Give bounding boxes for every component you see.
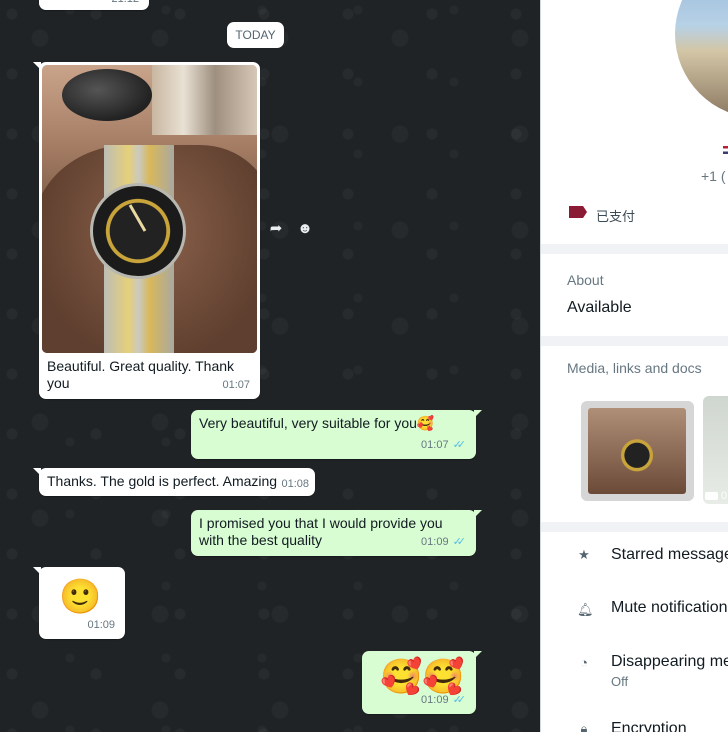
message-status: 01:09 ✓✓ [421, 692, 466, 709]
bubble-tail [474, 410, 482, 418]
bell-icon: 🔔︎ [577, 602, 594, 617]
contact-label[interactable]: 已支付 [596, 206, 635, 225]
outgoing-emoji-message[interactable]: 🥰🥰 01:09 ✓✓ [362, 651, 482, 714]
bubble-tail [474, 510, 482, 518]
message-time: 01:09 [421, 536, 449, 548]
message-time: 21:12 [111, 0, 139, 8]
photo-caption: Beautiful. Great quality. Thank you [47, 358, 235, 391]
us-flag-icon [723, 146, 728, 154]
mute-notifications-row[interactable]: 🔔︎ Mute notification [541, 584, 728, 636]
message-text: I promised you that I would provide you … [199, 515, 443, 548]
row-label: Encryption [611, 720, 687, 732]
profile-avatar[interactable] [675, 0, 728, 118]
incoming-emoji-message[interactable]: 🙂 01:09 [33, 567, 125, 639]
watch-photo[interactable] [42, 65, 257, 353]
about-value: Available [567, 299, 632, 316]
message-time: 01:09 [87, 619, 115, 631]
about-heading: About [567, 272, 604, 288]
profile-section: +1 ( 已支付 [541, 0, 728, 244]
read-ticks-icon: ✓✓ [452, 536, 467, 548]
about-section: About Available [541, 254, 728, 336]
incoming-message[interactable]: Thanks. The gold is perfect. Amazing 01:… [33, 468, 315, 496]
message-status: 01:09 ✓✓ [421, 534, 466, 551]
row-label: Disappearing me [611, 653, 728, 670]
media-heading[interactable]: Media, links and docs [567, 360, 702, 376]
label-tag-icon [569, 206, 587, 218]
settings-list: ★ Starred message 🔔︎ Mute notification ◔… [541, 532, 728, 732]
outgoing-message[interactable]: I promised you that I would provide you … [191, 510, 482, 556]
photo-background-pictures [152, 65, 257, 135]
bubble-tail [474, 651, 482, 659]
row-label: Mute notification [611, 599, 728, 616]
star-icon: ★ [578, 547, 590, 562]
heart-face-emoji: 🥰🥰 [380, 658, 465, 696]
message-time: 01:09 [421, 694, 449, 706]
date-separator: TODAY [227, 22, 284, 48]
message-time: 01:08 [281, 478, 309, 490]
bubble-tail [33, 62, 41, 70]
message-time: 01:07 [222, 379, 250, 391]
disappearing-messages-row[interactable]: ◔ Disappearing me Off [541, 636, 728, 698]
row-sublabel: Off [611, 674, 629, 689]
message-status: 01:07 ✓✓ [421, 437, 466, 454]
message-time: 01:07 [421, 439, 449, 451]
contact-info-panel: +1 ( 已支付 About Available Media, links an… [540, 0, 728, 732]
bubble-tail [33, 567, 41, 575]
outgoing-message[interactable]: Very beautiful, very suitable for you🥰 0… [191, 410, 482, 459]
message-text: Very beautiful, very suitable for you🥰 [199, 415, 435, 431]
phone-number: +1 ( [701, 168, 726, 184]
media-video-thumbnail[interactable] [703, 396, 728, 504]
bubble-tail [33, 468, 41, 476]
emoji-react-icon[interactable]: ☻ [294, 218, 316, 240]
encryption-row[interactable]: 🔒︎ Encryption [541, 698, 728, 732]
incoming-photo-message[interactable]: Beautiful. Great quality. Thank you 01:0… [33, 62, 260, 399]
previous-message-bubble[interactable]: 21:12 [39, 0, 149, 10]
photo-computer-mouse [62, 69, 152, 121]
chat-pane: 21:12 TODAY Beautiful. Great quality. Th… [0, 0, 540, 732]
media-thumbnail[interactable] [581, 401, 694, 501]
media-section: Media, links and docs 0: [541, 346, 728, 522]
read-ticks-icon: ✓✓ [452, 694, 467, 706]
message-text: Thanks. The gold is perfect. Amazing [47, 473, 278, 489]
forward-icon[interactable]: ➦ [265, 218, 287, 240]
timer-icon: ◔ [580, 655, 588, 670]
photo-watch-dial [90, 183, 186, 279]
lock-icon: 🔒︎ [580, 721, 588, 732]
row-label: Starred message [611, 546, 728, 563]
media-thumbnail-image [588, 408, 686, 494]
read-ticks-icon: ✓✓ [452, 439, 467, 451]
smile-emoji: 🙂 [59, 578, 102, 616]
video-duration: 0: [721, 490, 728, 502]
video-icon [705, 492, 718, 500]
starred-messages-row[interactable]: ★ Starred message [541, 532, 728, 584]
